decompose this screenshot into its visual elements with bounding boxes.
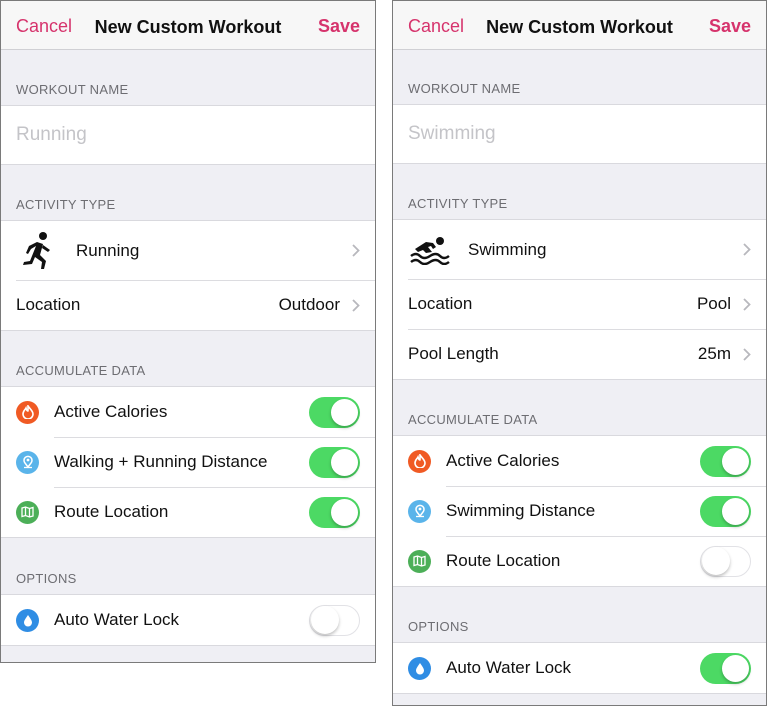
workout-name-group: Running bbox=[1, 105, 375, 165]
route-location-row: Route Location bbox=[1, 487, 375, 537]
auto-water-lock-row: Auto Water Lock bbox=[393, 643, 766, 693]
accumulate-group: Active Calories Swimming Distance Route … bbox=[393, 435, 766, 587]
flame-icon bbox=[408, 449, 431, 473]
route-location-label: Route Location bbox=[446, 551, 561, 570]
location-value: Outdoor bbox=[278, 295, 340, 314]
location-pin-icon bbox=[408, 499, 431, 523]
activity-type-row[interactable]: Running bbox=[1, 221, 375, 280]
section-header-workout-name: WORKOUT NAME bbox=[408, 81, 521, 96]
auto-water-lock-label: Auto Water Lock bbox=[54, 610, 180, 629]
workout-name-input[interactable]: Swimming bbox=[393, 105, 766, 163]
workout-screen-running: Cancel New Custom Workout Save WORKOUT N… bbox=[0, 0, 376, 663]
pool-length-value: 25m bbox=[697, 344, 731, 363]
swimmer-icon bbox=[408, 228, 452, 272]
activity-group: Running Location Outdoor bbox=[1, 220, 375, 331]
location-value: Pool bbox=[696, 294, 731, 313]
pool-length-row[interactable]: Pool Length 25m bbox=[393, 329, 766, 379]
auto-water-lock-row: Auto Water Lock bbox=[1, 595, 375, 645]
active-calories-row: Active Calories bbox=[1, 387, 375, 437]
location-label: Location bbox=[408, 294, 473, 313]
active-calories-label: Active Calories bbox=[446, 451, 560, 470]
workout-screen-swimming: Cancel New Custom Workout Save WORKOUT N… bbox=[392, 0, 767, 706]
location-label: Location bbox=[16, 295, 81, 314]
route-location-toggle[interactable] bbox=[309, 496, 360, 528]
map-icon bbox=[408, 549, 431, 573]
distance-toggle[interactable] bbox=[309, 446, 360, 478]
active-calories-label: Active Calories bbox=[54, 402, 168, 421]
options-group: Auto Water Lock bbox=[393, 642, 766, 694]
section-header-accumulate-data: ACCUMULATE DATA bbox=[16, 363, 146, 378]
section-header-workout-name: WORKOUT NAME bbox=[16, 82, 129, 97]
map-icon bbox=[16, 500, 39, 524]
route-location-toggle[interactable] bbox=[700, 545, 751, 577]
chevron-right-icon bbox=[352, 298, 360, 312]
section-header-activity-type: ACTIVITY TYPE bbox=[408, 196, 508, 211]
chevron-right-icon bbox=[743, 297, 751, 311]
active-calories-row: Active Calories bbox=[393, 436, 766, 486]
active-calories-toggle[interactable] bbox=[309, 396, 360, 428]
active-calories-toggle[interactable] bbox=[700, 445, 751, 477]
route-location-row: Route Location bbox=[393, 536, 766, 586]
running-figure-icon bbox=[16, 229, 60, 273]
workout-name-input[interactable]: Running bbox=[1, 106, 375, 164]
options-group: Auto Water Lock bbox=[1, 594, 375, 646]
section-header-activity-type: ACTIVITY TYPE bbox=[16, 197, 116, 212]
nav-bar: Cancel New Custom Workout Save bbox=[393, 1, 766, 50]
activity-type-row[interactable]: Swimming bbox=[393, 220, 766, 279]
section-header-accumulate-data: ACCUMULATE DATA bbox=[408, 412, 538, 427]
pool-length-label: Pool Length bbox=[408, 344, 499, 363]
distance-label: Walking + Running Distance bbox=[54, 452, 268, 471]
chevron-right-icon bbox=[352, 244, 360, 257]
save-button[interactable]: Save bbox=[318, 16, 360, 37]
activity-type-label: Swimming bbox=[468, 239, 547, 259]
chevron-right-icon bbox=[743, 347, 751, 361]
section-header-options: OPTIONS bbox=[408, 619, 469, 634]
auto-water-lock-toggle[interactable] bbox=[700, 652, 751, 684]
activity-group: Swimming Location Pool Pool Length 25m bbox=[393, 219, 766, 380]
location-row[interactable]: Location Outdoor bbox=[1, 280, 375, 330]
nav-bar: Cancel New Custom Workout Save bbox=[1, 1, 375, 50]
location-pin-icon bbox=[16, 450, 39, 474]
auto-water-lock-label: Auto Water Lock bbox=[446, 658, 572, 677]
section-header-options: OPTIONS bbox=[16, 571, 77, 586]
activity-type-label: Running bbox=[76, 240, 140, 260]
location-row[interactable]: Location Pool bbox=[393, 279, 766, 329]
flame-icon bbox=[16, 400, 39, 424]
distance-label: Swimming Distance bbox=[446, 501, 596, 520]
accumulate-group: Active Calories Walking + Running Distan… bbox=[1, 386, 375, 538]
workout-name-group: Swimming bbox=[393, 104, 766, 164]
water-drop-icon bbox=[16, 608, 39, 632]
distance-toggle[interactable] bbox=[700, 495, 751, 527]
water-drop-icon bbox=[408, 656, 431, 680]
distance-row: Swimming Distance bbox=[393, 486, 766, 536]
save-button[interactable]: Save bbox=[709, 16, 751, 37]
auto-water-lock-toggle[interactable] bbox=[309, 604, 360, 636]
distance-row: Walking + Running Distance bbox=[1, 437, 375, 487]
chevron-right-icon bbox=[743, 243, 751, 256]
route-location-label: Route Location bbox=[54, 502, 169, 521]
